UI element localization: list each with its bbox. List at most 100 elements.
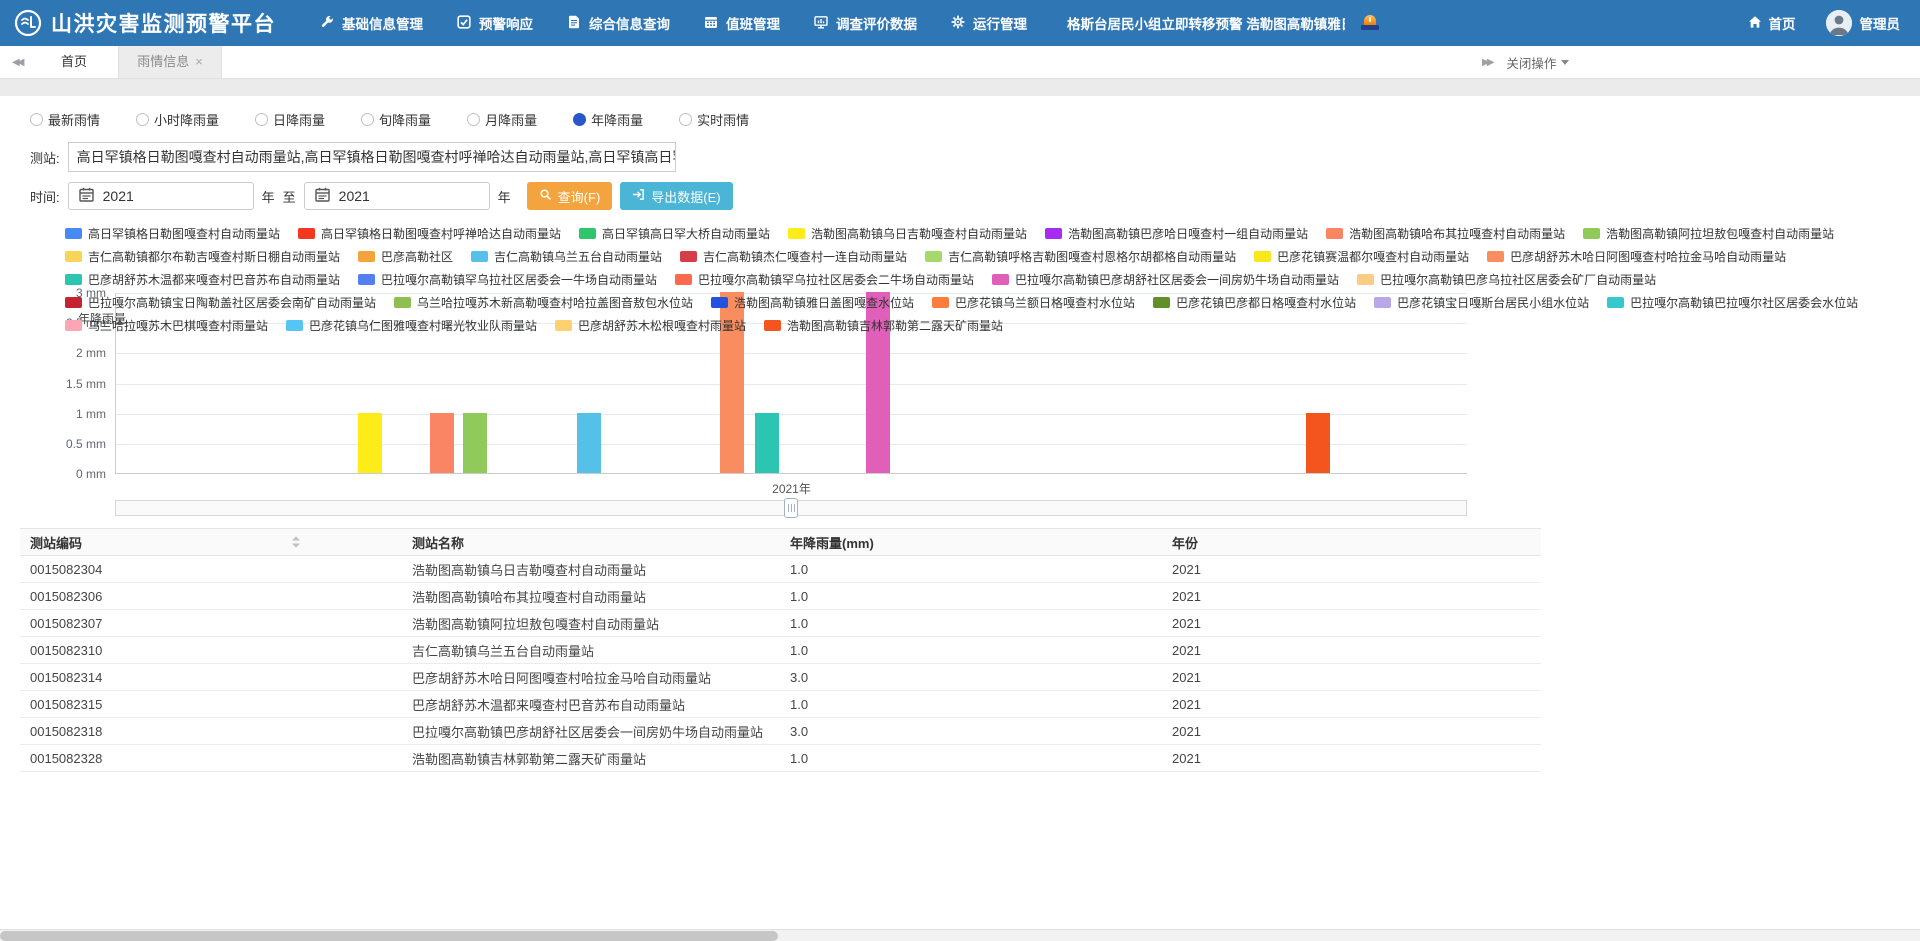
horizontal-scrollbar-thumb[interactable]	[0, 931, 778, 941]
app-logo[interactable]: 山洪灾害监测预警平台	[14, 8, 276, 38]
legend-item[interactable]: 巴彦胡舒苏木松根嘎查村雨量站	[555, 317, 746, 334]
datazoom-slider-handle[interactable]	[784, 498, 798, 518]
radio-option-3[interactable]: 日降雨量	[255, 110, 325, 129]
table-cell: 0015082318	[20, 718, 402, 745]
sort-icon[interactable]	[292, 537, 300, 548]
legend-item[interactable]: 巴彦花镇赛温都尔嘎查村自动雨量站	[1254, 248, 1469, 265]
table-row[interactable]: 0015082328浩勒图高勒镇吉林郭勒第二露天矿雨量站1.02021	[20, 745, 1541, 772]
table-cell: 1.0	[780, 637, 1162, 664]
table-cell: 浩勒图高勒镇阿拉坦敖包嘎查村自动雨量站	[402, 610, 780, 637]
legend-swatch	[1045, 228, 1062, 239]
query-button[interactable]: 查询(F)	[527, 182, 613, 210]
legend-item[interactable]: 浩勒图高勒镇哈布其拉嘎查村自动雨量站	[1326, 225, 1565, 242]
table-row[interactable]: 0015082306浩勒图高勒镇哈布其拉嘎查村自动雨量站1.02021	[20, 583, 1541, 610]
year-to-input[interactable]: 2021	[304, 182, 490, 210]
legend-row: 巴彦胡舒苏木温都来嘎查村巴音苏布自动雨量站 巴拉嘎尔高勒镇罕乌拉社区居委会一牛场…	[65, 272, 1876, 287]
table-row[interactable]: 0015082310吉仁高勒镇乌兰五台自动雨量站1.02021	[20, 637, 1541, 664]
legend-item[interactable]: 吉仁高勒镇杰仁嘎查村一连自动雨量站	[680, 248, 907, 265]
nav-menu-item-2[interactable]: 预警响应	[457, 13, 533, 33]
legend-item[interactable]: 乌兰哈拉嘎苏木巴棋嘎查村雨量站	[65, 317, 268, 334]
tabs-expand-right-icon[interactable]: ▶▶	[1482, 57, 1494, 68]
radio-icon	[573, 113, 586, 126]
nav-menu-item-6[interactable]: 运行管理	[951, 13, 1027, 33]
legend-item[interactable]: 巴彦花镇巴彦都日格嘎查村水位站	[1153, 294, 1356, 311]
legend-item[interactable]: 巴彦花镇乌仁图雅嘎查村曙光牧业队雨量站	[286, 317, 537, 334]
legend-swatch	[1374, 297, 1391, 308]
table-cell: 0015082306	[20, 583, 402, 610]
legend-swatch	[1254, 251, 1271, 262]
legend-item[interactable]: 巴拉嘎尔高勒镇罕乌拉社区居委会二牛场自动雨量站	[675, 271, 974, 288]
table-row[interactable]: 0015082304浩勒图高勒镇乌日吉勒嘎查村自动雨量站1.02021	[20, 556, 1541, 583]
tabs-collapse-left-icon[interactable]: ◀◀	[12, 46, 21, 78]
legend-item[interactable]: 浩勒图高勒镇阿拉坦敖包嘎查村自动雨量站	[1583, 225, 1834, 242]
station-input[interactable]: 高日罕镇格日勒图嘎查村自动雨量站,高日罕镇格日勒图嘎查村呼禅哈达自动雨量站,高日…	[68, 142, 676, 172]
legend-item[interactable]: 巴拉嘎尔高勒镇巴彦乌拉社区居委会矿厂自动雨量站	[1357, 271, 1656, 288]
legend-swatch	[65, 320, 82, 331]
table-cell: 1.0	[780, 610, 1162, 637]
legend-item[interactable]: 吉仁高勒镇呼格吉勒图嘎查村恩格尔胡都格自动雨量站	[925, 248, 1236, 265]
tab-rain-info[interactable]: 雨情信息×	[118, 46, 222, 78]
legend-item[interactable]: 高日罕镇格日勒图嘎查村自动雨量站	[65, 225, 280, 242]
legend-item[interactable]: 浩勒图高勒镇乌日吉勒嘎查村自动雨量站	[788, 225, 1027, 242]
radio-option-7[interactable]: 实时雨情	[679, 110, 749, 129]
tab-home[interactable]: 首页	[36, 46, 112, 78]
legend-swatch	[65, 228, 82, 239]
gridline	[116, 353, 1467, 354]
legend-item[interactable]: 巴彦花镇乌兰额日格嘎查村水位站	[932, 294, 1135, 311]
radio-option-5[interactable]: 月降雨量	[467, 110, 537, 129]
legend-item[interactable]: 高日罕镇高日罕大桥自动雨量站	[579, 225, 770, 242]
horizontal-scrollbar[interactable]	[0, 929, 1920, 941]
legend-item[interactable]: 吉仁高勒镇乌兰五台自动雨量站	[471, 248, 662, 265]
legend-item[interactable]: 巴彦胡舒苏木哈日阿图嘎查村哈拉金马哈自动雨量站	[1487, 248, 1786, 265]
nav-menu-item-1[interactable]: 基础信息管理	[320, 13, 423, 33]
radio-option-1[interactable]: 最新雨情	[30, 110, 100, 129]
legend-item[interactable]: 巴彦胡舒苏木温都来嘎查村巴音苏布自动雨量站	[65, 271, 340, 288]
radio-option-4[interactable]: 旬降雨量	[361, 110, 431, 129]
close-operations-dropdown[interactable]: 关闭操作	[1506, 53, 1569, 72]
radio-option-6[interactable]: 年降雨量	[573, 110, 643, 129]
datazoom-slider-track[interactable]	[115, 500, 1467, 516]
legend-item[interactable]: 巴拉嘎尔高勒镇巴彦胡舒社区居委会一间房奶牛场自动雨量站	[992, 271, 1339, 288]
year-from-input[interactable]: 2021	[68, 182, 254, 210]
table-row[interactable]: 0015082315巴彦胡舒苏木温都来嘎查村巴音苏布自动雨量站1.02021	[20, 691, 1541, 718]
legend-swatch	[1583, 228, 1600, 239]
legend-swatch	[1326, 228, 1343, 239]
table-header: 测站编码测站名称年降雨量(mm)年份	[20, 529, 1541, 556]
user-menu[interactable]: 管理员	[1860, 13, 1901, 33]
nav-menu-item-4[interactable]: 值班管理	[704, 13, 780, 33]
radio-icon	[30, 113, 43, 126]
legend-item[interactable]: 高日罕镇格日勒图嘎查村呼禅哈达自动雨量站	[298, 225, 561, 242]
nav-home-button[interactable]: 首页	[1748, 13, 1796, 33]
tab-close-icon[interactable]: ×	[195, 54, 203, 69]
table-column-header[interactable]: 测站编码	[20, 529, 402, 556]
legend-item[interactable]: 浩勒图高勒镇雅日盖图嘎查水位站	[711, 294, 914, 311]
nav-menu-item-5[interactable]: 调查评价数据	[814, 13, 917, 33]
nav-menu-item-3[interactable]: 综合信息查询	[567, 13, 670, 33]
legend-swatch	[1487, 251, 1504, 262]
gridline	[116, 384, 1467, 385]
table-column-header: 年降雨量(mm)	[780, 529, 1162, 556]
table-cell: 2021	[1162, 664, 1541, 691]
legend-item[interactable]: 巴拉嘎尔高勒镇巴拉嘎尔社区居委会水位站	[1607, 294, 1858, 311]
legend-row: 吉仁高勒镇都尔布勒吉嘎查村斯日棚自动雨量站 巴彦高勒社区 吉仁高勒镇乌兰五台自动…	[65, 249, 1876, 264]
legend-swatch	[298, 228, 315, 239]
export-data-button[interactable]: 导出数据(E)	[620, 182, 732, 210]
table-cell: 巴拉嘎尔高勒镇巴彦胡舒社区居委会一间房奶牛场自动雨量站	[402, 718, 780, 745]
radio-option-2[interactable]: 小时降雨量	[136, 110, 219, 129]
legend-item[interactable]: 吉仁高勒镇都尔布勒吉嘎查村斯日棚自动雨量站	[65, 248, 340, 265]
table-row[interactable]: 0015082314巴彦胡舒苏木哈日阿图嘎查村哈拉金马哈自动雨量站3.02021	[20, 664, 1541, 691]
table-row[interactable]: 0015082318巴拉嘎尔高勒镇巴彦胡舒社区居委会一间房奶牛场自动雨量站3.0…	[20, 718, 1541, 745]
table-cell: 2021	[1162, 583, 1541, 610]
legend-item[interactable]: 浩勒图高勒镇吉林郭勒第二露天矿雨量站	[764, 317, 1003, 334]
legend-item[interactable]: 巴彦花镇宝日嘎斯台居民小组水位站	[1374, 294, 1589, 311]
chart-bar	[358, 413, 382, 473]
table-row[interactable]: 0015082307浩勒图高勒镇阿拉坦敖包嘎查村自动雨量站1.02021	[20, 610, 1541, 637]
legend-item[interactable]: 巴拉嘎尔高勒镇罕乌拉社区居委会一牛场自动雨量站	[358, 271, 657, 288]
legend-item[interactable]: 巴拉嘎尔高勒镇宝日陶勒盖社区居委会南矿自动雨量站	[65, 294, 376, 311]
legend-item[interactable]: 浩勒图高勒镇巴彦哈日嘎查村一组自动雨量站	[1045, 225, 1308, 242]
legend-swatch	[358, 274, 375, 285]
legend-item[interactable]: 巴彦高勒社区	[358, 248, 453, 265]
legend-item[interactable]: 乌兰哈拉嘎苏木新高勒嘎查村哈拉盖图音敖包水位站	[394, 294, 693, 311]
user-avatar[interactable]	[1826, 10, 1852, 36]
table-cell: 3.0	[780, 718, 1162, 745]
